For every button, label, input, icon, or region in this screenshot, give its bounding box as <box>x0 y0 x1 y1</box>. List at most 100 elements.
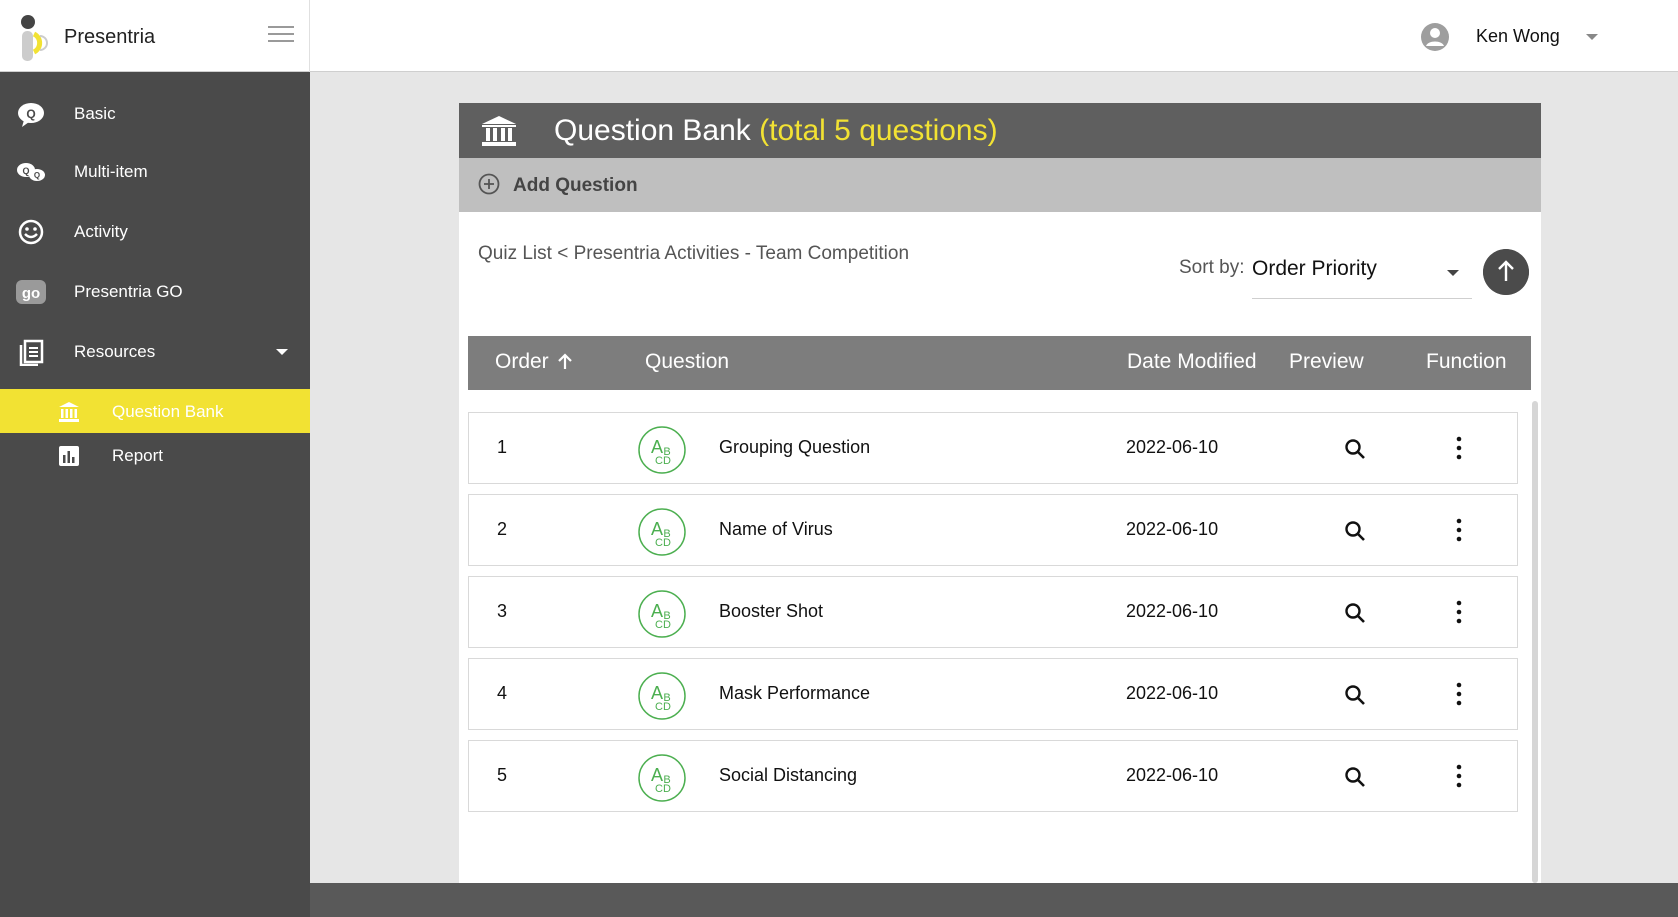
more-vertical-icon[interactable] <box>1453 681 1465 707</box>
sidebar-item-presentria-go[interactable]: go Presentria GO <box>0 266 310 318</box>
sidebar-item-resources[interactable]: Resources <box>0 326 310 378</box>
sort-direction-button[interactable] <box>1483 249 1529 295</box>
row-date-modified: 2022-06-10 <box>1126 601 1219 621</box>
scrollbar[interactable] <box>1532 401 1538 883</box>
column-header-question: Question <box>645 350 730 373</box>
brand-name: Presentria <box>64 26 156 48</box>
svg-text:A: A <box>651 765 663 785</box>
sidebar-item-label: Resources <box>74 342 156 361</box>
search-icon[interactable] <box>1343 683 1367 707</box>
table-header: Order Question Date Modified Preview Fun… <box>468 336 1531 390</box>
sort-label: Sort by: <box>1179 257 1245 278</box>
panel-header: Question Bank (total 5 questions) <box>459 103 1541 158</box>
svg-text:Q: Q <box>26 107 35 121</box>
row-question-title[interactable]: Booster Shot <box>719 601 823 622</box>
sidebar-subitem-question-bank[interactable]: Question Bank <box>0 389 310 433</box>
sidebar-item-multi-item[interactable]: Q Q Multi-item <box>0 146 310 198</box>
column-header-date: Date Modified <box>1127 350 1257 373</box>
svg-text:Q: Q <box>34 171 40 180</box>
add-question-button[interactable]: Add Question <box>459 158 1541 212</box>
row-question-title[interactable]: Social Distancing <box>719 765 857 786</box>
page-title-text: Question Bank <box>554 114 751 147</box>
search-icon[interactable] <box>1343 601 1367 625</box>
more-vertical-icon[interactable] <box>1453 599 1465 625</box>
report-chart-icon <box>59 446 79 466</box>
row-date-modified: 2022-06-10 <box>1126 519 1219 539</box>
sidebar-item-label: Presentria GO <box>74 282 183 301</box>
multiple-choice-type-icon: A BCD <box>638 672 686 720</box>
breadcrumb[interactable]: Quiz List < Presentria Activities - Team… <box>478 243 909 265</box>
table-row[interactable]: 1 A B CD Grouping Question 2022-06-10 <box>468 412 1518 484</box>
sidebar-item-basic[interactable]: Q Basic <box>0 88 310 140</box>
sidebar-item-label: Basic <box>74 104 116 123</box>
chevron-down-icon <box>1447 270 1459 276</box>
column-header-function: Function <box>1426 350 1507 373</box>
table-row[interactable]: 2 A B CD Name of Virus 2022-06-10 <box>468 494 1518 566</box>
multiple-choice-type-icon: A BCD <box>638 754 686 802</box>
smiley-icon <box>18 219 44 245</box>
table-row[interactable]: 3 A B CD Booster Shot 2022-06-10 <box>468 576 1518 648</box>
question-bubble-icon: Q <box>18 103 44 127</box>
svg-text:Q: Q <box>22 166 29 176</box>
row-date-modified: 2022-06-10 <box>1126 683 1219 703</box>
column-header-order[interactable]: Order <box>495 350 575 374</box>
user-name[interactable]: Ken Wong <box>1476 26 1560 47</box>
multiple-choice-type-icon: A BCD <box>638 426 686 474</box>
page-title: Question Bank (total 5 questions) <box>554 114 998 148</box>
svg-text:A: A <box>651 437 663 457</box>
menu-toggle-icon[interactable] <box>268 26 294 44</box>
table-row[interactable]: 4 A B CD Mask Performance 2022-06-10 <box>468 658 1518 730</box>
sidebar-subitem-label: Report <box>112 446 164 465</box>
row-order: 4 <box>497 683 508 703</box>
svg-text:CD: CD <box>655 455 671 467</box>
column-header-order-label: Order <box>495 350 549 373</box>
search-icon[interactable] <box>1343 519 1367 543</box>
row-question-title[interactable]: Mask Performance <box>719 683 870 704</box>
more-vertical-icon[interactable] <box>1453 763 1465 789</box>
multiple-choice-type-icon: A BCD <box>638 590 686 638</box>
svg-text:A: A <box>651 601 663 621</box>
svg-text:CD: CD <box>655 783 671 795</box>
column-header-preview: Preview <box>1289 350 1364 373</box>
add-circle-icon <box>478 173 500 195</box>
sidebar: Q Basic Q Q Multi-item Activity go Prese… <box>0 72 310 917</box>
svg-text:A: A <box>651 683 663 703</box>
row-question-title[interactable]: Name of Virus <box>719 519 833 540</box>
row-order: 3 <box>497 601 508 621</box>
resources-icon <box>19 339 44 366</box>
user-avatar-icon[interactable] <box>1420 22 1450 52</box>
row-date-modified: 2022-06-10 <box>1126 765 1219 785</box>
search-icon[interactable] <box>1343 437 1367 461</box>
svg-text:go: go <box>22 285 40 302</box>
svg-text:CD: CD <box>655 537 671 549</box>
sort-value: Order Priority <box>1252 257 1377 280</box>
sidebar-item-activity[interactable]: Activity <box>0 206 310 258</box>
chevron-down-icon[interactable] <box>276 349 288 355</box>
svg-text:A: A <box>651 519 663 539</box>
svg-text:CD: CD <box>655 619 671 631</box>
sort-select[interactable]: Order Priority <box>1252 251 1472 299</box>
multiple-choice-type-icon: A BCD <box>638 508 686 556</box>
add-question-label: Add Question <box>513 175 638 196</box>
more-vertical-icon[interactable] <box>1453 517 1465 543</box>
more-vertical-icon[interactable] <box>1453 435 1465 461</box>
question-bank-panel: Question Bank (total 5 questions) Add Qu… <box>459 103 1541 883</box>
bank-icon <box>59 402 79 422</box>
arrow-up-icon <box>557 353 572 369</box>
row-order: 1 <box>497 437 508 457</box>
sidebar-subitem-report[interactable]: Report <box>0 433 310 477</box>
sidebar-subitem-label: Question Bank <box>112 402 224 421</box>
row-date-modified: 2022-06-10 <box>1126 437 1219 457</box>
search-icon[interactable] <box>1343 765 1367 789</box>
presentria-logo <box>21 15 48 61</box>
brand-area: Presentria <box>0 0 310 72</box>
svg-text:CD: CD <box>655 701 671 713</box>
row-question-title[interactable]: Grouping Question <box>719 437 870 458</box>
table-row[interactable]: 5 A B CD Social Distancing 2022-06-10 <box>468 740 1518 812</box>
sidebar-item-label: Multi-item <box>74 162 148 181</box>
top-bar: Presentria Ken Wong <box>0 0 1678 72</box>
go-icon: go <box>16 280 46 304</box>
row-order: 2 <box>497 519 508 539</box>
question-count: (total 5 questions) <box>759 114 998 147</box>
user-menu-chevron-down-icon[interactable] <box>1586 34 1598 40</box>
